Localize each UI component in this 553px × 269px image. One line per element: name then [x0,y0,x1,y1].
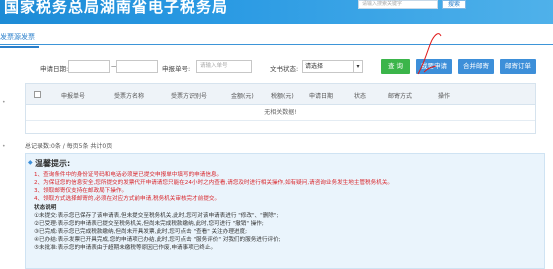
doc-status-value: 请选择 [305,63,324,70]
notice-line: 3、领取邮寄仅支持在邮政局下操作。 [34,188,128,194]
site-title: 国家税务总局湖南省电子税务局 [4,0,229,16]
doc-status-label: 文书状态: [270,65,299,73]
top-header: 国家税务总局湖南省电子税务局 请输入搜索关键字 搜索 [0,0,553,24]
page: 国家税务总局湖南省电子税务局 请输入搜索关键字 搜索 发票源发票 • • 申请日… [0,0,553,269]
notice-panel: ◆ 温馨提示: 1、查询条件中的身份证号码和电话必须是已提交申报单中填写的申请信… [25,153,545,269]
side-marker: • [2,99,6,106]
empty-message: 无相关数据! [26,105,535,121]
notice-line: 2、为保证您的信息安全,您所提交的发票代开申请请您只能在24小时之内查看,请您及… [34,180,394,186]
col-buyer-id: 受票方识别号 [171,93,208,100]
notice-title: 温馨提示: [35,159,71,168]
search-input[interactable]: 请输入搜索关键字 [358,0,438,9]
results-table: 申报单号 受票方名称 受票方识别号 金额(元) 税额(元) 申请日期 状态 邮寄… [25,83,536,134]
apply-no-input[interactable]: 请输入单号 [196,60,252,73]
col-amount: 金额(元) [231,93,254,100]
tab-bar: 发票源发票 [0,24,553,48]
col-actions: 操作 [438,93,451,100]
apply-date-label: 申请日期: [40,65,69,73]
col-apply-date: 申请日期 [309,93,334,100]
status-title: 状态说明 [34,205,57,211]
status-line: ②已受理:表示您的申请表已提交至税务机关,但尚未完成税款缴纳,此时,您可进行 "… [34,221,264,227]
merge-mail-button[interactable]: 合并邮寄 [458,59,494,74]
status-line: ③已完成:表示您已完成税款缴纳,但尚未开具发票,此时,您可点击 "查看" 关注办… [34,229,248,235]
apply-button[interactable]: 我要申请 [416,59,452,74]
doc-status-select[interactable]: 请选择 ▾ [302,60,363,73]
col-mail-method: 邮寄方式 [388,93,413,100]
col-tax: 税额(元) [271,93,294,100]
col-status: 状态 [354,93,367,100]
col-buyer-name: 受票方名称 [114,93,145,100]
apply-date-start-input[interactable] [68,60,110,73]
search-button[interactable]: 搜索 [442,0,466,9]
apply-no-label: 申报单号: [162,65,191,73]
query-button[interactable]: 查 询 [381,59,410,74]
info-icon: ◆ [28,159,33,166]
select-all-checkbox[interactable] [34,91,41,98]
notice-line: 1、查询条件中的身份证号码和电话必须是已提交申报单中填写的申请信息。 [34,172,223,178]
side-marker: • [2,143,6,150]
pagination-info: 总记录数:0条 / 每页5条 共计0页 [25,143,113,150]
status-line: ①未提交:表示您已保存了该申请表,但未提交至税务机关,此时,您可对该申请表进行 … [34,213,279,219]
chevron-down-icon: ▾ [353,61,362,72]
mail-order-button[interactable]: 邮寄订单 [500,59,536,74]
status-line: ④已办结:表示发票已开具完成,您的申请项已办结,此时,您可点击 "服务评价" 对… [34,237,281,243]
col-apply-no: 申报单号 [61,93,86,100]
tab-invoice-source[interactable]: 发票源发票 [0,30,39,48]
status-line: ⑤未批准:表示您的申请表由于超期未缴税等原因已作废,申请事项已终止。 [34,245,217,251]
notice-line: 4、领取方式选择邮寄的,必须在对应方式前申请,税务机关审核完才前提交。 [34,196,221,202]
table-header: 申报单号 受票方名称 受票方识别号 金额(元) 税额(元) 申请日期 状态 邮寄… [26,84,535,105]
apply-date-end-input[interactable] [116,60,158,73]
